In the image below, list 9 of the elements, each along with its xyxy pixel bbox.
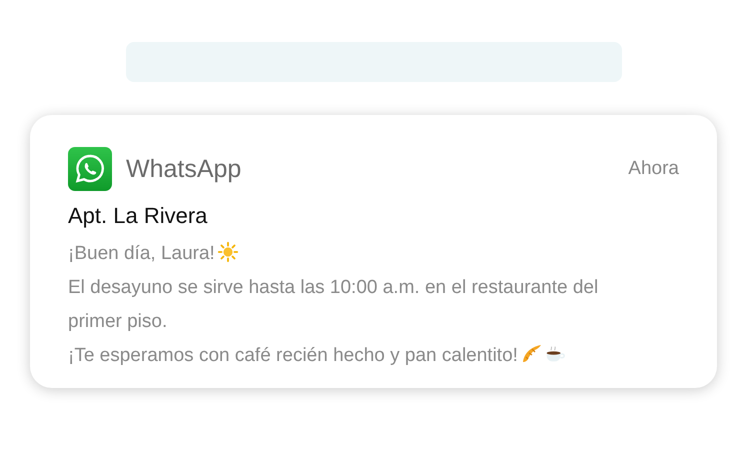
message-text: ¡Te esperamos con café recién hecho y pan calentito! xyxy=(68,345,518,366)
message-text: ¡Buen día, Laura! xyxy=(68,243,215,264)
timestamp: Ahora xyxy=(628,158,679,180)
app-name: WhatsApp xyxy=(126,154,242,184)
notification-title: Apt. La Rivera xyxy=(68,203,208,229)
chat-bubble-icon xyxy=(68,147,112,191)
notification-card[interactable]: WhatsApp Ahora Apt. La Rivera ¡Buen día, Laura! El desayuno se sirve hasta las 10:00 a.m. en el restaurante del primer piso. ¡Te esperamos con café recién hecho y pan calentito! xyxy=(30,115,717,388)
message-text: El desayuno se sirve hasta las 10:00 a.m. en el restaurante del primer piso. xyxy=(68,277,598,332)
sun-icon xyxy=(216,241,239,263)
